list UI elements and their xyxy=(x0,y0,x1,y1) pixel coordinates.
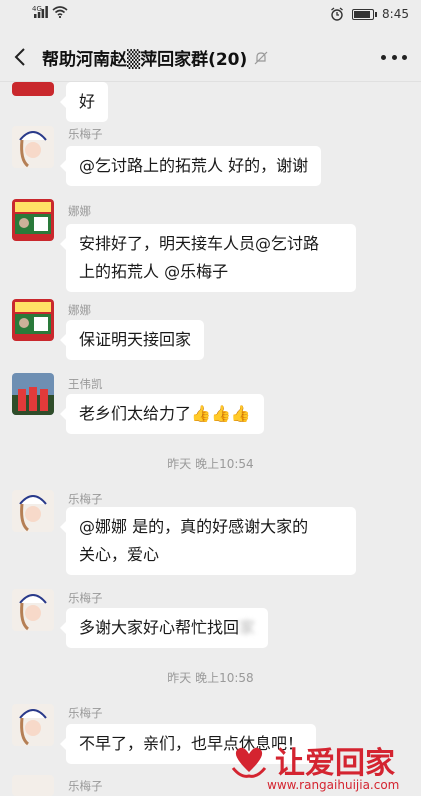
message-bubble[interactable]: @乞讨路上的拓荒人 好的，谢谢 xyxy=(59,146,322,186)
sender-name: 娜娜 xyxy=(68,303,91,317)
avatar[interactable] xyxy=(12,704,54,746)
avatar[interactable] xyxy=(12,589,54,631)
heart-hands-icon xyxy=(231,747,267,778)
sender-name: 乐梅子 xyxy=(68,779,103,793)
avatar[interactable] xyxy=(12,199,54,241)
more-dots-icon[interactable] xyxy=(381,46,407,68)
avatar[interactable] xyxy=(12,775,54,796)
thumbs-up-emoji: 👍👍👍 xyxy=(191,404,251,423)
watermark: 让爱回家 www.rangaihuijia.com xyxy=(215,738,415,796)
message-bubble[interactable]: 多谢大家好心帮忙找回家 xyxy=(59,608,269,648)
bubble-line: 上的拓荒人 @乐梅子 xyxy=(79,262,229,281)
blurred-text: 家 xyxy=(239,618,256,637)
bubble-text: 老乡们太给力了 xyxy=(79,404,192,423)
message-bubble[interactable]: 老乡们太给力了👍👍👍 xyxy=(60,394,264,434)
sender-name: 乐梅子 xyxy=(68,492,103,506)
status-right: 8:45 xyxy=(330,7,409,21)
battery-icon xyxy=(352,8,378,20)
chevron-left-icon[interactable] xyxy=(8,42,36,72)
sender-name: 乐梅子 xyxy=(68,706,103,720)
bubble-text: 多谢大家好心帮忙找回 xyxy=(79,618,240,637)
bell-off-icon xyxy=(254,51,268,64)
bubble-line: 安排好了，明天接车人员@乞讨路 xyxy=(79,234,320,253)
title-wrap: 帮助河南赵▒萍回家群(20) xyxy=(42,45,269,70)
chat-title: 帮助河南赵▒萍回家群(20) xyxy=(42,50,248,70)
sender-name: 王伟凯 xyxy=(68,377,103,391)
wifi-icon xyxy=(52,6,68,18)
message-bubble[interactable]: 安排好了，明天接车人员@乞讨路 上的拓荒人 @乐梅子 xyxy=(60,224,356,292)
sender-name: 乐梅子 xyxy=(68,591,103,605)
avatar[interactable] xyxy=(12,126,54,168)
timestamp: 昨天 晚上10:58 xyxy=(167,671,254,685)
status-left: 4G xyxy=(32,5,68,18)
watermark-title: 让爱回家 xyxy=(275,746,395,781)
bubble-line: 关心，爱心 xyxy=(79,545,160,564)
avatar[interactable] xyxy=(12,299,54,341)
chat-header: 帮助河南赵▒萍回家群(20) xyxy=(0,32,421,82)
bubble-line: @娜娜 是的，真的好感谢大家的 xyxy=(79,517,309,536)
timestamp: 昨天 晚上10:54 xyxy=(167,457,254,471)
status-bar: 4G 8:45 xyxy=(0,0,421,32)
message-bubble[interactable]: 好 xyxy=(59,82,109,122)
status-time: 8:45 xyxy=(382,7,409,21)
watermark-url: www.rangaihuijia.com xyxy=(267,778,400,792)
sender-name: 乐梅子 xyxy=(68,127,103,141)
network-type: 4G xyxy=(32,5,42,13)
avatar[interactable] xyxy=(12,490,54,532)
avatar[interactable] xyxy=(12,82,54,96)
avatar[interactable] xyxy=(12,373,54,415)
message-bubble[interactable]: @娜娜 是的，真的好感谢大家的 关心，爱心 xyxy=(60,507,356,575)
sender-name: 娜娜 xyxy=(68,204,91,218)
message-bubble[interactable]: 保证明天接回家 xyxy=(59,320,205,360)
alarm-icon xyxy=(331,7,343,21)
